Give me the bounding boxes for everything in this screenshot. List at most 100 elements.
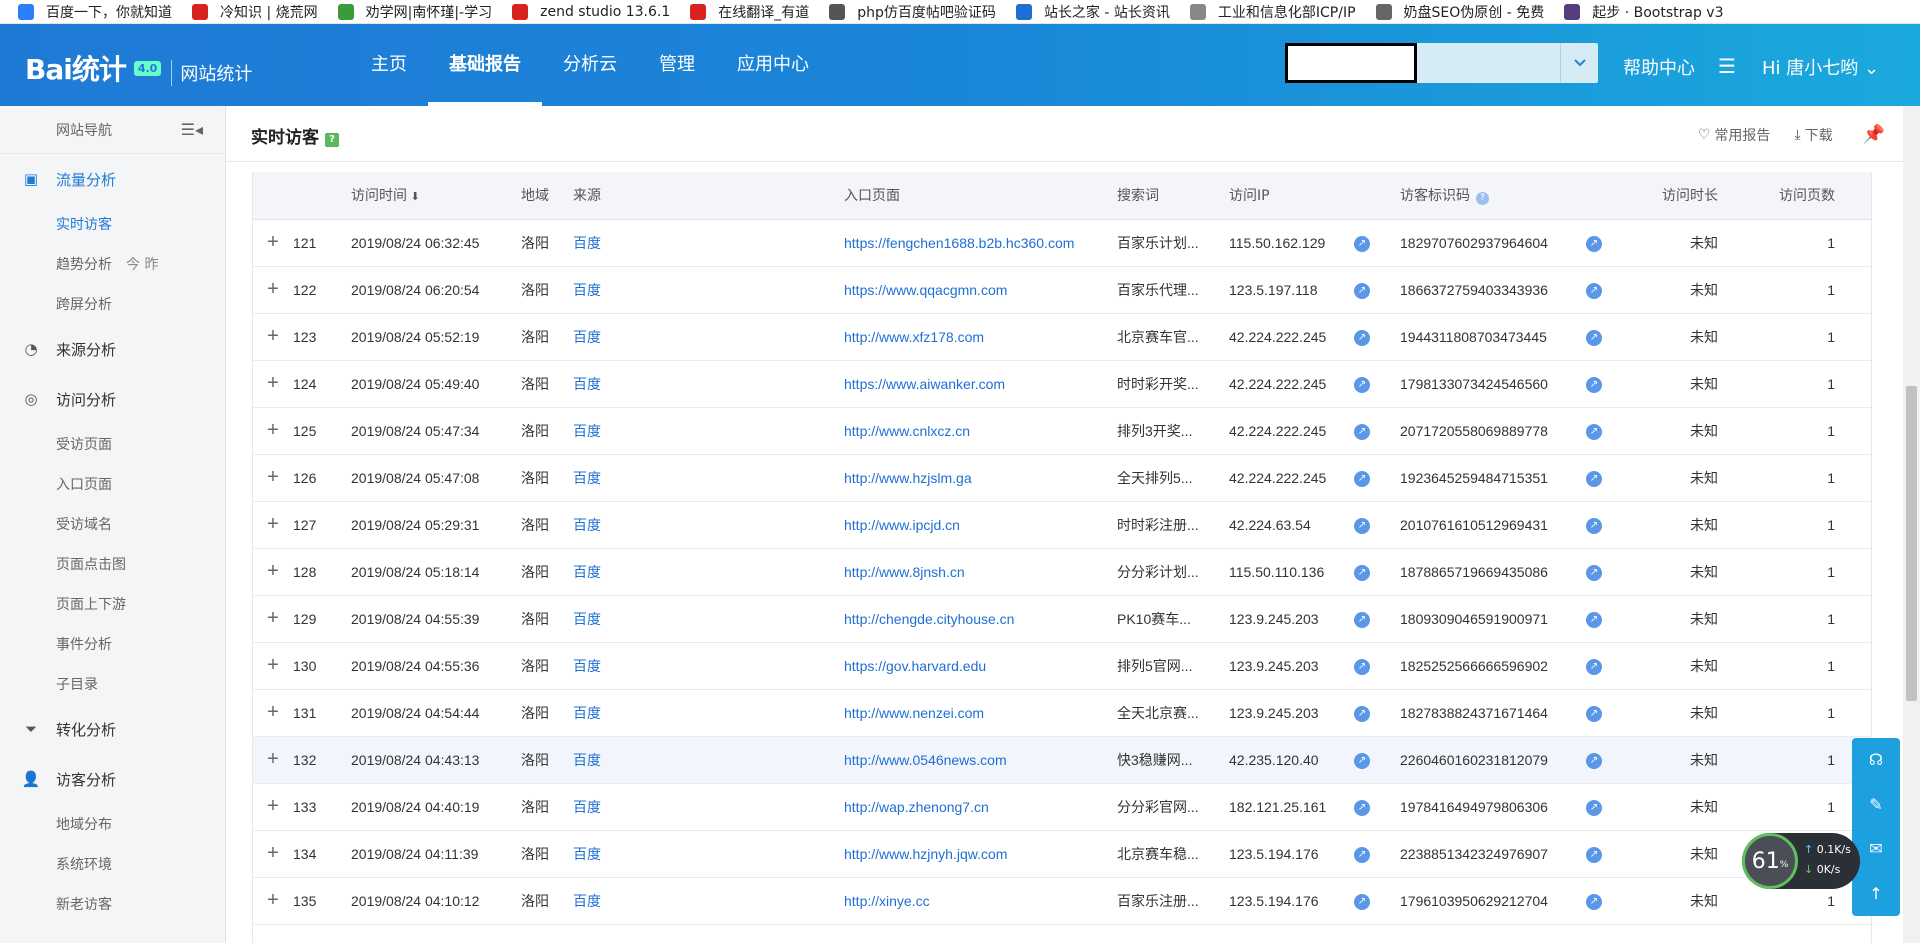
expand-row-icon[interactable]: + (253, 360, 293, 408)
sidebar-item[interactable]: 子目录 (0, 664, 225, 704)
sidebar-item[interactable]: 页面上下游 (0, 584, 225, 624)
entry-page-link[interactable]: http://www.hzjslm.ga (844, 454, 1117, 502)
trend-icon[interactable]: ↗ (1586, 377, 1602, 393)
source-link[interactable]: 百度 (573, 266, 844, 314)
sidebar-item[interactable]: 跨屏分析 (0, 284, 225, 324)
trend-icon[interactable]: ↗ (1354, 424, 1370, 440)
sidebar-item[interactable]: 系统环境 (0, 844, 225, 884)
trend-icon[interactable]: ↗ (1586, 236, 1602, 252)
visitor-table-container[interactable]: 访问时间 ⬇ 地域 来源 入口页面 搜索词 访问IP 访客标识码? 访问时长 访问页数 +121… (252, 172, 1872, 943)
source-link[interactable]: 百度 (573, 313, 844, 361)
sidebar-group[interactable]: ◎ 访问分析 (0, 374, 225, 424)
nav-item[interactable]: 应用中心 (716, 24, 830, 106)
customer-service-icon[interactable]: ☊ (1866, 750, 1886, 770)
expand-row-icon[interactable]: + (253, 783, 293, 831)
trend-icon[interactable]: ↗ (1354, 753, 1370, 769)
trend-icon[interactable]: ↗ (1354, 612, 1370, 628)
entry-page-link[interactable]: https://fengchen1688.b2b.hc360.com (844, 219, 1117, 267)
trend-icon[interactable]: ↗ (1354, 518, 1370, 534)
source-link[interactable]: 百度 (573, 783, 844, 831)
entry-page-link[interactable]: https://www.aiwanker.com (844, 360, 1117, 408)
back-to-top-icon[interactable]: ↑ (1866, 884, 1886, 904)
source-link[interactable]: 百度 (573, 830, 844, 878)
trend-icon[interactable]: ↗ (1354, 377, 1370, 393)
source-link[interactable]: 百度 (573, 407, 844, 455)
entry-page-link[interactable]: http://www.hzjnyh.jqw.com (844, 830, 1117, 878)
source-link[interactable]: 百度 (573, 360, 844, 408)
trend-icon[interactable]: ↗ (1354, 847, 1370, 863)
expand-row-icon[interactable]: + (253, 877, 293, 925)
expand-row-icon[interactable]: + (253, 689, 293, 737)
trend-icon[interactable]: ↗ (1354, 800, 1370, 816)
source-link[interactable]: 百度 (573, 454, 844, 502)
entry-page-link[interactable]: http://www.nenzei.com (844, 689, 1117, 737)
bookmark-item[interactable]: 百度一下，你就知道 (18, 2, 172, 22)
entry-page-link[interactable]: http://www.8jnsh.cn (844, 548, 1117, 596)
source-link[interactable]: 百度 (573, 595, 844, 643)
page-scrollbar[interactable] (1903, 106, 1920, 943)
expand-row-icon[interactable]: + (253, 454, 293, 502)
entry-page-link[interactable]: http://www.0546news.com (844, 736, 1117, 784)
table-row[interactable]: +128 2019/08/24 05:18:14 洛阳 百度 http://www.8j… (253, 548, 1871, 596)
nav-item[interactable]: 基础报告 (428, 24, 542, 106)
sidebar-group[interactable]: ◔ 来源分析 (0, 324, 225, 374)
bookmark-item[interactable]: 奶盘SEO伪原创 - 免费 (1375, 2, 1544, 22)
expand-row-icon[interactable]: + (253, 313, 293, 361)
trend-icon[interactable]: ↗ (1354, 236, 1370, 252)
site-selector[interactable] (1285, 43, 1598, 83)
trend-icon[interactable]: ↗ (1586, 706, 1602, 722)
expand-row-icon[interactable]: + (253, 219, 293, 267)
bookmark-item[interactable]: 站长之家 - 站长资讯 (1015, 2, 1170, 22)
source-link[interactable]: 百度 (573, 501, 844, 549)
sort-desc-icon[interactable]: ⬇ (407, 190, 419, 203)
trend-icon[interactable]: ↗ (1586, 659, 1602, 675)
expand-row-icon[interactable]: + (253, 595, 293, 643)
entry-page-link[interactable]: https://www.qqacgmn.com (844, 266, 1117, 314)
table-row[interactable]: +127 2019/08/24 05:29:31 洛阳 百度 http://www.ip… (253, 501, 1871, 549)
sidebar-item[interactable]: 事件分析 (0, 624, 225, 664)
entry-page-link[interactable]: https://gov.harvard.edu (844, 642, 1117, 690)
pin-icon[interactable]: 📌 (1863, 124, 1885, 145)
expand-row-icon[interactable]: + (253, 407, 293, 455)
collapse-sidebar-icon[interactable]: ☰◂ (181, 120, 203, 139)
user-menu[interactable]: Hi 唐小七哟 ⌄ (1762, 54, 1879, 80)
expand-row-icon[interactable]: + (253, 548, 293, 596)
table-row[interactable]: +121 2019/08/24 06:32:45 洛阳 百度 https://fengc… (253, 219, 1871, 267)
entry-page-link[interactable]: http://xinye.cc (844, 877, 1117, 925)
bookmark-item[interactable]: 起步 · Bootstrap v3 (1564, 2, 1723, 22)
favorite-report-button[interactable]: ♡ 常用报告 (1698, 125, 1771, 145)
entry-page-link[interactable]: http://wap.zhenong7.cn (844, 783, 1117, 831)
trend-icon[interactable]: ↗ (1586, 800, 1602, 816)
table-row[interactable]: +129 2019/08/24 04:55:39 洛阳 百度 http://chengd… (253, 595, 1871, 643)
source-link[interactable]: 百度 (573, 877, 844, 925)
sidebar-item[interactable]: 入口页面 (0, 464, 225, 504)
scrollbar-thumb[interactable] (1906, 386, 1917, 701)
table-row[interactable]: +131 2019/08/24 04:54:44 洛阳 百度 http://www.ne… (253, 689, 1871, 737)
table-row[interactable]: +126 2019/08/24 05:47:08 洛阳 百度 http://www.hz… (253, 454, 1871, 502)
trend-icon[interactable]: ↗ (1354, 659, 1370, 675)
sidebar-item[interactable]: 地域分布 (0, 804, 225, 844)
bookmark-item[interactable]: 冷知识 | 烧荒网 (192, 2, 318, 22)
trend-icon[interactable]: ↗ (1586, 753, 1602, 769)
list-menu-icon[interactable]: ☰ (1718, 54, 1736, 78)
nav-item[interactable]: 主页 (350, 24, 428, 106)
table-row[interactable]: +132 2019/08/24 04:43:13 洛阳 百度 http://www.05… (253, 736, 1871, 784)
source-link[interactable]: 百度 (573, 219, 844, 267)
trend-icon[interactable]: ↗ (1586, 847, 1602, 863)
expand-row-icon[interactable]: + (253, 736, 293, 784)
table-row[interactable]: +130 2019/08/24 04:55:36 洛阳 百度 https://gov.h… (253, 642, 1871, 690)
trend-icon[interactable]: ↗ (1586, 518, 1602, 534)
trend-icon[interactable]: ↗ (1354, 706, 1370, 722)
table-row[interactable]: +124 2019/08/24 05:49:40 洛阳 百度 https://www.a… (253, 360, 1871, 408)
expand-row-icon[interactable]: + (253, 642, 293, 690)
help-center-link[interactable]: 帮助中心 (1623, 54, 1695, 80)
sidebar-item[interactable]: 页面点击图 (0, 544, 225, 584)
trend-icon[interactable]: ↗ (1354, 283, 1370, 299)
column-header[interactable]: 访问时间 ⬇ (351, 172, 521, 220)
expand-row-icon[interactable]: + (253, 501, 293, 549)
bookmark-item[interactable]: php仿百度帖吧验证码 (829, 2, 996, 22)
trend-icon[interactable]: ↗ (1586, 612, 1602, 628)
wechat-icon[interactable]: ✉ (1866, 839, 1886, 859)
sidebar-item[interactable]: 趋势分析今 昨 (0, 244, 225, 284)
table-row[interactable]: +123 2019/08/24 05:52:19 洛阳 百度 http://www.xf… (253, 313, 1871, 361)
